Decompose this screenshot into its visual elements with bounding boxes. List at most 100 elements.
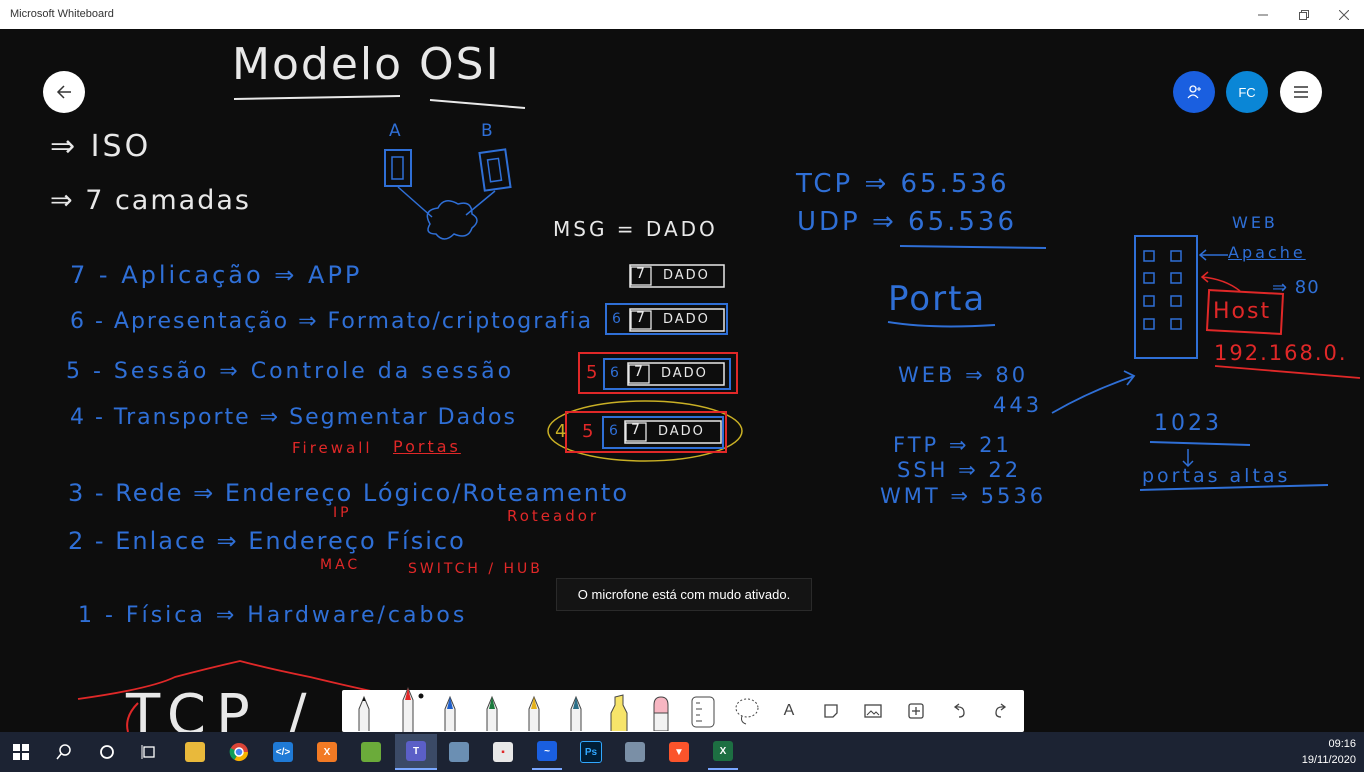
restore-icon [1299,9,1309,20]
note-portas: Portas [393,437,461,456]
layer-6: 6 - Apresentação ⇒ Formato/criptografia [70,309,594,334]
excel-icon: X [713,741,733,761]
whiteboard-canvas[interactable]: FC Modelo OSI ⇒ ISO ⇒ 7 camadas A B MSG … [0,29,1364,732]
minimize-button[interactable] [1243,0,1283,29]
note-switch-hub: SWITCH / HUB [408,561,543,577]
layer-4: 4 - Transporte ⇒ Segmentar Dados [70,405,517,430]
note-roteador: Roteador [507,507,600,525]
teams-icon: T [406,741,426,761]
pen-black[interactable] [350,690,378,732]
encap-4-dado: DADO [658,424,705,439]
xampp-app[interactable]: X [312,736,342,768]
cortana-icon [100,745,114,759]
paint-app[interactable]: ▪ [488,736,518,768]
close-button[interactable] [1324,0,1364,29]
layers-count-note: ⇒ 7 camadas [50,185,251,216]
server-web-label: WEB [1232,213,1278,232]
sticky-note-tool[interactable] [818,690,844,732]
port-web-443: 443 [993,393,1043,417]
port-ssh: SSH ⇒ 22 [897,458,1022,482]
close-icon [1339,9,1349,20]
eraser[interactable] [646,690,676,732]
mute-toast-text: O microfone está com mudo ativado. [577,587,791,602]
note-mac: MAC [320,557,361,573]
lasso-select[interactable] [732,690,762,732]
whiteboard-icon: ~ [537,741,557,761]
pen-icon-blue [444,695,456,731]
encap-4-seven: 7 [631,422,640,438]
start-button[interactable] [6,736,36,768]
encap-6-seven: 7 [636,310,645,326]
port-1023-label: 1023 [1154,411,1222,436]
encap-4-six: 6 [609,423,618,439]
pen-teal[interactable] [562,690,590,732]
port-ftp: FTP ⇒ 21 [893,433,1012,457]
pen-icon-yellow [528,695,540,731]
layer-7: 7 - Aplicação ⇒ APP [70,261,363,289]
vscode-app[interactable]: </> [268,736,298,768]
encap-5-seven: 7 [634,364,643,380]
layer-2: 2 - Enlace ⇒ Endereço Físico [68,527,466,555]
maximize-button[interactable] [1284,0,1324,29]
system-clock[interactable]: 09:16 19/11/2020 [1302,736,1356,768]
teams-app[interactable]: T [395,734,437,770]
search-button[interactable] [49,736,79,768]
presentation-app[interactable] [444,736,474,768]
host-b-label: B [481,121,496,141]
host-a-label: A [389,121,404,141]
highlighter[interactable] [604,690,634,732]
port-web: WEB ⇒ 80 [898,363,1029,387]
image-tool[interactable] [860,690,886,732]
file-explorer-app[interactable] [180,736,210,768]
chrome-app[interactable] [224,736,254,768]
encap-6-num: 6 [612,311,621,327]
minimize-icon [1258,14,1268,15]
vscode-icon: </> [273,742,293,762]
screen-icon [449,742,469,762]
sticky-note-icon [824,704,838,718]
port-wmt: WMT ⇒ 5536 [880,484,1047,508]
folder-icon [185,742,205,762]
layer-1: 1 - Física ⇒ Hardware/cabos [78,603,468,628]
selected-dot [418,692,424,700]
pen-icon-red [402,686,414,732]
photoshop-icon: Ps [580,741,602,763]
ruler[interactable] [688,690,718,732]
pen-red-selected[interactable] [394,682,422,732]
layer-3: 3 - Rede ⇒ Endereço Lógico/Roteamento [68,479,630,507]
pen-yellow[interactable] [520,690,548,732]
ruler-icon [691,696,715,728]
whiteboard-app[interactable]: ~ [532,734,562,770]
excel-app[interactable]: X [708,734,738,770]
photoshop-app[interactable]: Ps [576,736,606,768]
layer-5: 5 - Sessão ⇒ Controle da sessão [66,359,515,384]
text-tool-label: A [783,702,795,719]
insert-tool[interactable] [903,690,929,732]
pen-green[interactable] [478,690,506,732]
server-apache-label: Apache [1228,243,1306,262]
cortana-button[interactable] [92,736,122,768]
chrome-icon [229,743,248,762]
host-ip: 192.168.0. [1214,341,1348,365]
pen-blue[interactable] [436,690,464,732]
mute-toast: O microfone está com mudo ativado. [556,578,812,611]
highlighter-icon [610,694,628,731]
notepad-icon [361,742,381,762]
task-view-button[interactable] [134,736,164,768]
redo-icon [995,703,1007,718]
porta-heading: Porta [888,279,987,319]
task-view-icon [141,745,155,759]
snip-app[interactable] [620,736,650,768]
redo-button[interactable] [988,690,1014,732]
encap-4-five: 5 [582,421,594,442]
undo-button[interactable] [946,690,972,732]
notepad-app[interactable] [356,736,386,768]
windows-icon [13,744,29,760]
brave-app[interactable]: ▼ [664,736,694,768]
udp-ports-note: UDP ⇒ 65.536 [797,207,1018,237]
lasso-icon [735,698,759,725]
text-tool[interactable]: A [776,690,802,732]
tcp-ip-heading: TCP / I [126,683,371,732]
undo-icon [953,703,965,718]
note-ip: IP [333,505,352,521]
